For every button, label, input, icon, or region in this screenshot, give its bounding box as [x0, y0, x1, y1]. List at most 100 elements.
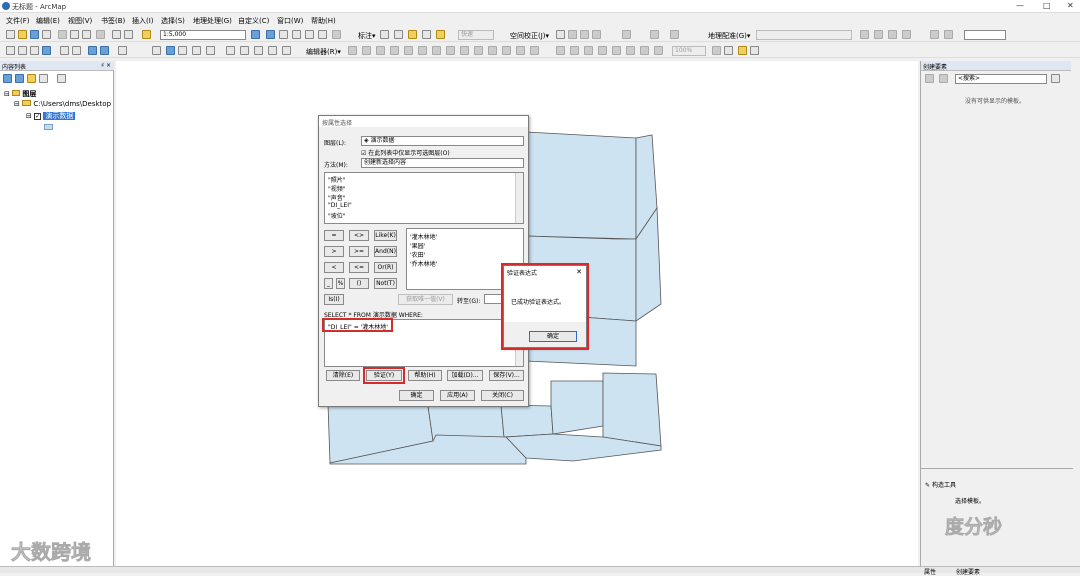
value-item[interactable]: '果园'	[410, 241, 425, 250]
layer-combo[interactable]: ◈ 演示数据	[361, 136, 524, 146]
organize-templates-icon[interactable]	[925, 74, 934, 83]
labeling-menu[interactable]: 标注▾	[358, 31, 376, 41]
add-control-points-icon[interactable]	[888, 30, 897, 39]
op-greater-equal-button[interactable]: >=	[349, 246, 369, 257]
create-features-icon[interactable]	[530, 46, 539, 55]
op-less-equal-button[interactable]: <=	[349, 262, 369, 273]
menu-help[interactable]: 帮助(H)	[311, 16, 336, 26]
menu-file[interactable]: 文件(F)	[6, 16, 30, 26]
apply-button[interactable]: 应用(A)	[440, 390, 475, 401]
menu-view[interactable]: 视图(V)	[68, 16, 92, 26]
adjust-preview-icon[interactable]	[650, 30, 659, 39]
python-window-icon[interactable]	[318, 30, 327, 39]
close-dialog-button[interactable]: 关闭(C)	[481, 390, 524, 401]
sketch-properties-icon[interactable]	[516, 46, 525, 55]
filter-templates-icon[interactable]	[939, 74, 948, 83]
layout-zoom-whole-icon[interactable]	[598, 46, 607, 55]
cut-polygons-icon[interactable]	[460, 46, 469, 55]
time-slider-icon[interactable]	[254, 46, 263, 55]
label-priority-icon[interactable]	[394, 30, 403, 39]
toc-root-row[interactable]: ⊟ 图层	[4, 89, 36, 99]
op-percent-button[interactable]: %	[336, 278, 345, 289]
layout-fixed-zoom-in-icon[interactable]	[626, 46, 635, 55]
layout-zoom-out-icon[interactable]	[570, 46, 579, 55]
op-equals-button[interactable]: =	[324, 230, 344, 241]
create-viewer-icon[interactable]	[268, 46, 277, 55]
rotate-icon[interactable]	[860, 30, 869, 39]
toc-layer-row[interactable]: ⊟ ✓ 演示数据	[26, 111, 76, 121]
rotate-edit-icon[interactable]	[488, 46, 497, 55]
new-displacement-link-icon[interactable]	[568, 30, 577, 39]
op-is-button[interactable]: Is(I)	[324, 294, 344, 305]
field-item[interactable]: "视频"	[328, 184, 346, 193]
html-popup-icon[interactable]	[282, 46, 291, 55]
label-manager-icon[interactable]	[380, 30, 389, 39]
search-clear-icon[interactable]	[1051, 74, 1060, 83]
edit-vertices-icon[interactable]	[432, 46, 441, 55]
op-underscore-button[interactable]: _	[324, 278, 333, 289]
field-item[interactable]: "DI_LEI"	[328, 202, 352, 209]
field-item[interactable]: "声音"	[328, 193, 346, 202]
unplaced-labels-icon[interactable]	[436, 30, 445, 39]
layout-zoom-combo[interactable]: 100%	[672, 46, 706, 56]
value-item[interactable]: '乔木林地'	[410, 259, 437, 268]
value-item[interactable]: '农田'	[410, 250, 425, 259]
op-or-button[interactable]: Or(R)	[374, 262, 397, 273]
list-by-visibility-icon[interactable]	[27, 74, 36, 83]
change-layout-icon[interactable]	[738, 46, 747, 55]
fixed-zoom-out-icon[interactable]	[72, 46, 81, 55]
menu-bookmarks[interactable]: 书签(B)	[101, 16, 125, 26]
layer-visibility-checkbox[interactable]: ✓	[34, 113, 42, 120]
georef-layer-combo[interactable]	[756, 30, 852, 40]
select-elements-tool-icon[interactable]	[152, 46, 161, 55]
maximize-button[interactable]: □	[1043, 1, 1051, 10]
georef-options-icon[interactable]	[944, 30, 953, 39]
split-icon[interactable]	[474, 46, 483, 55]
field-item[interactable]: "坡位"	[328, 211, 346, 220]
data-driven-pages-icon[interactable]	[750, 46, 759, 55]
op-and-button[interactable]: And(N)	[374, 246, 397, 257]
layout-fixed-zoom-out-icon[interactable]	[640, 46, 649, 55]
fields-scrollbar[interactable]	[515, 173, 523, 223]
selectable-only-checkbox[interactable]: ☑ 在此列表中仅显示可选图层(O)	[361, 148, 450, 157]
catalog-window-icon[interactable]	[279, 30, 288, 39]
menu-selection[interactable]: 选择(S)	[161, 16, 185, 26]
copy-icon[interactable]	[70, 30, 79, 39]
cut-icon[interactable]	[58, 30, 67, 39]
delete-icon[interactable]	[96, 30, 105, 39]
rubbersheet-icon[interactable]	[670, 30, 679, 39]
edit-tool-icon[interactable]	[348, 46, 357, 55]
toc-window-icon[interactable]	[266, 30, 275, 39]
op-less-button[interactable]: <	[324, 262, 344, 273]
go-to-xy-icon[interactable]	[240, 46, 249, 55]
fields-list[interactable]: "照片" "视频" "声音" "DI_LEI" "坡位"	[324, 172, 524, 224]
go-forward-icon[interactable]	[100, 46, 109, 55]
layer-symbol-swatch[interactable]	[44, 124, 53, 130]
lock-labels-icon[interactable]	[422, 30, 431, 39]
reshape-icon[interactable]	[446, 46, 455, 55]
load-button[interactable]: 加载(D)...	[447, 370, 483, 381]
save-icon[interactable]	[30, 30, 39, 39]
template-search-input[interactable]: <搜索>	[955, 74, 1047, 84]
modify-link-icon[interactable]	[580, 30, 589, 39]
field-item[interactable]: "照片"	[328, 175, 346, 184]
layout-back-icon[interactable]	[654, 46, 663, 55]
menu-window[interactable]: 窗口(W)	[277, 16, 303, 26]
layout-pan-icon[interactable]	[584, 46, 593, 55]
tab-attributes[interactable]: 属性	[924, 567, 936, 576]
edit-annotation-icon[interactable]	[362, 46, 371, 55]
editor-menu[interactable]: 编辑器(R)▾	[306, 47, 341, 57]
toc-pin-close-icon[interactable]: ♯ ×	[101, 62, 111, 69]
attributes-icon[interactable]	[502, 46, 511, 55]
link-table-icon[interactable]	[622, 30, 631, 39]
georeferencing-menu[interactable]: 地理配准(G)▾	[708, 31, 750, 41]
add-data-icon[interactable]	[142, 30, 151, 39]
select-by-rectangle-icon[interactable]	[118, 46, 127, 55]
ok-button[interactable]: 确定	[399, 390, 434, 401]
zoom-in-icon[interactable]	[6, 46, 15, 55]
binoculars-icon[interactable]	[226, 46, 235, 55]
arctoolbox-icon[interactable]	[305, 30, 314, 39]
trace-icon[interactable]	[404, 46, 413, 55]
op-like-button[interactable]: Like(K)	[374, 230, 397, 241]
label-weight-icon[interactable]	[408, 30, 417, 39]
